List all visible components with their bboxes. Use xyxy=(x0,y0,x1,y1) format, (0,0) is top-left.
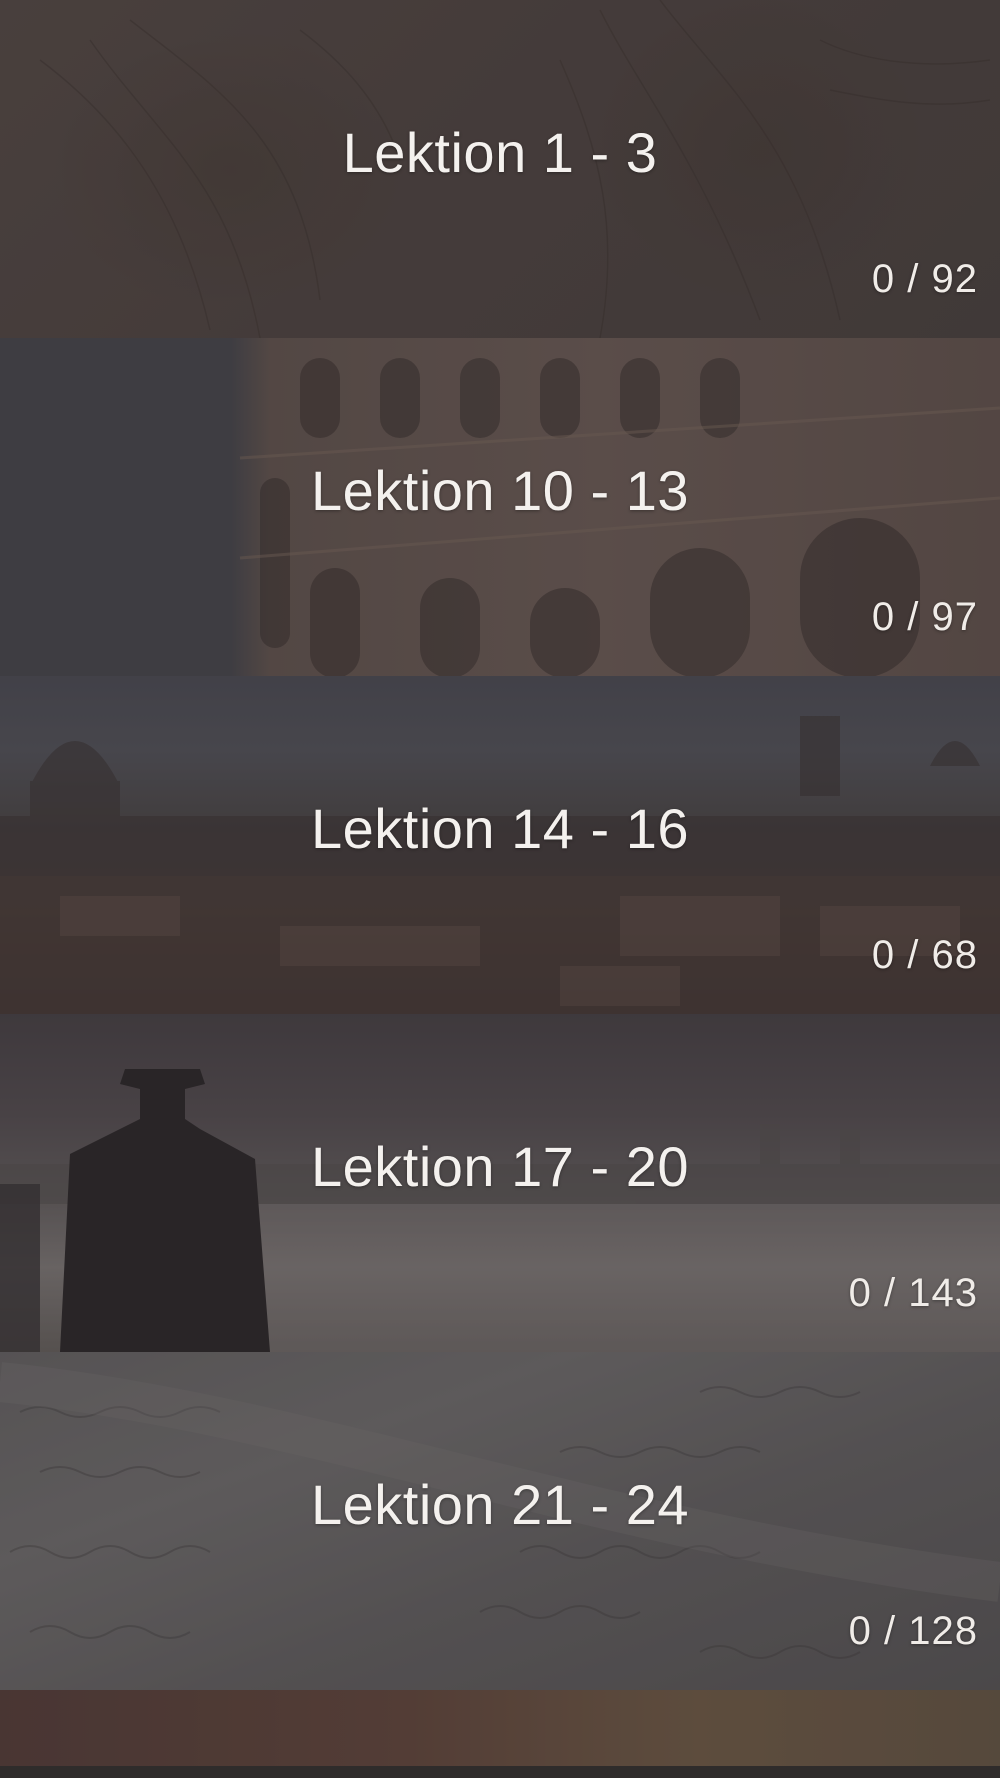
lesson-title: Lektion 10 - 13 xyxy=(311,459,689,522)
lesson-title: Lektion 14 - 16 xyxy=(311,797,689,860)
lesson-progress: 0 / 92 xyxy=(871,257,978,301)
lesson-card-1-3[interactable]: Lektion 1 - 3 0 / 92 xyxy=(0,0,1000,338)
lesson-progress: 0 / 68 xyxy=(871,933,978,977)
lesson-progress: 0 / 143 xyxy=(848,1271,978,1315)
lesson-progress: 0 / 97 xyxy=(871,595,978,639)
lesson-card-overlay xyxy=(0,1690,1000,1766)
lesson-card-10-13[interactable]: Lektion 10 - 13 0 / 97 xyxy=(0,338,1000,676)
lesson-progress: 0 / 128 xyxy=(848,1609,978,1653)
lesson-card-17-20[interactable]: Lektion 17 - 20 0 / 143 xyxy=(0,1014,1000,1352)
lesson-title: Lektion 21 - 24 xyxy=(311,1473,689,1536)
lesson-list: Lektion 1 - 3 0 / 92 Lektion 10 - 13 0 /… xyxy=(0,0,1000,1778)
lesson-card-14-16[interactable]: Lektion 14 - 16 0 / 68 xyxy=(0,676,1000,1014)
lesson-title: Lektion 1 - 3 xyxy=(342,121,658,184)
lesson-card-21-24[interactable]: Lektion 21 - 24 0 / 128 xyxy=(0,1352,1000,1690)
lesson-title: Lektion 17 - 20 xyxy=(311,1135,689,1198)
lesson-card-next[interactable] xyxy=(0,1690,1000,1766)
